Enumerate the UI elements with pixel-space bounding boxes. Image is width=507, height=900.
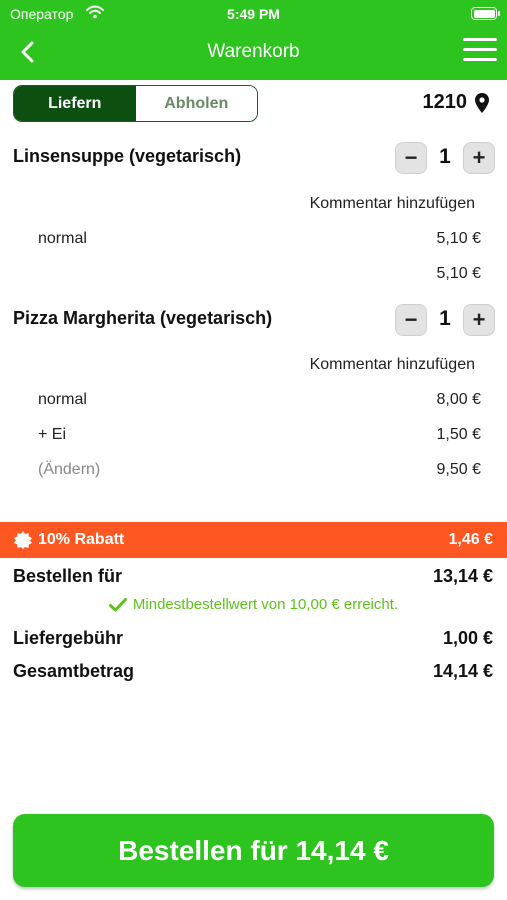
subtotal-value: 13,14 € [432, 566, 493, 586]
delivery-mode-toggle: Liefern Abholen [13, 85, 258, 122]
increase-quantity-button[interactable]: + [463, 304, 495, 336]
battery-icon [471, 7, 500, 20]
discount-banner: 10% Rabatt 1,46 € [0, 522, 507, 558]
option-price: 5,10 € [436, 230, 481, 247]
discount-badge-icon [14, 531, 32, 549]
decrease-quantity-button[interactable]: − [395, 142, 427, 174]
page-title: Warenkorb [207, 41, 300, 62]
menu-line [463, 48, 497, 51]
option-label: + Ei [38, 426, 67, 443]
hamburger-menu-button[interactable] [463, 38, 497, 66]
minimum-order-notice: Mindestbestellwert von 10,00 € erreicht. [0, 596, 507, 613]
quantity-value: 1 [439, 145, 451, 168]
menu-line [463, 38, 497, 41]
place-order-button[interactable]: Bestellen für 14,14 € [13, 814, 494, 887]
quantity-stepper: − 1 + [395, 304, 495, 336]
add-comment-link[interactable]: Kommentar hinzufügen [310, 195, 475, 213]
change-options-link[interactable]: (Ändern) [38, 461, 100, 479]
postcode-label: 1210 [422, 91, 468, 113]
total-value: 14,14 € [432, 661, 493, 681]
delivery-fee-label: Liefergebühr [13, 628, 124, 648]
subtotal-label: Bestellen für [13, 566, 123, 586]
option-label: normal [38, 391, 87, 408]
tab-pickup[interactable]: Abholen [135, 86, 257, 121]
discount-label: 10% Rabatt [38, 531, 125, 548]
quantity-value: 1 [439, 307, 451, 330]
decrease-quantity-button[interactable]: − [395, 304, 427, 336]
status-bar: Оператор 5:49 PM [0, 0, 507, 28]
location-selector[interactable]: 1210 [422, 91, 489, 114]
discount-amount: 1,46 € [448, 531, 493, 548]
minimum-order-text: Mindestbestellwert von 10,00 € erreicht. [132, 596, 399, 613]
item-total: 5,10 € [436, 265, 481, 282]
item-total: 9,50 € [436, 461, 481, 478]
map-pin-icon [475, 92, 489, 113]
option-label: normal [38, 230, 87, 247]
item-name: Linsensuppe (vegetarisch) [13, 146, 242, 166]
option-price: 1,50 € [436, 426, 481, 443]
option-price: 8,00 € [436, 391, 481, 408]
item-name: Pizza Margherita (vegetarisch) [13, 308, 273, 328]
delivery-fee-value: 1,00 € [442, 628, 493, 648]
increase-quantity-button[interactable]: + [463, 142, 495, 174]
tab-deliver[interactable]: Liefern [14, 86, 136, 121]
menu-line [463, 58, 497, 61]
header-bar: Оператор 5:49 PM Warenkorb [0, 0, 507, 80]
add-comment-link[interactable]: Kommentar hinzufügen [310, 356, 475, 374]
total-label: Gesamtbetrag [13, 661, 135, 681]
quantity-stepper: − 1 + [395, 142, 495, 174]
checkmark-icon [108, 597, 127, 611]
status-time: 5:49 PM [227, 6, 280, 22]
